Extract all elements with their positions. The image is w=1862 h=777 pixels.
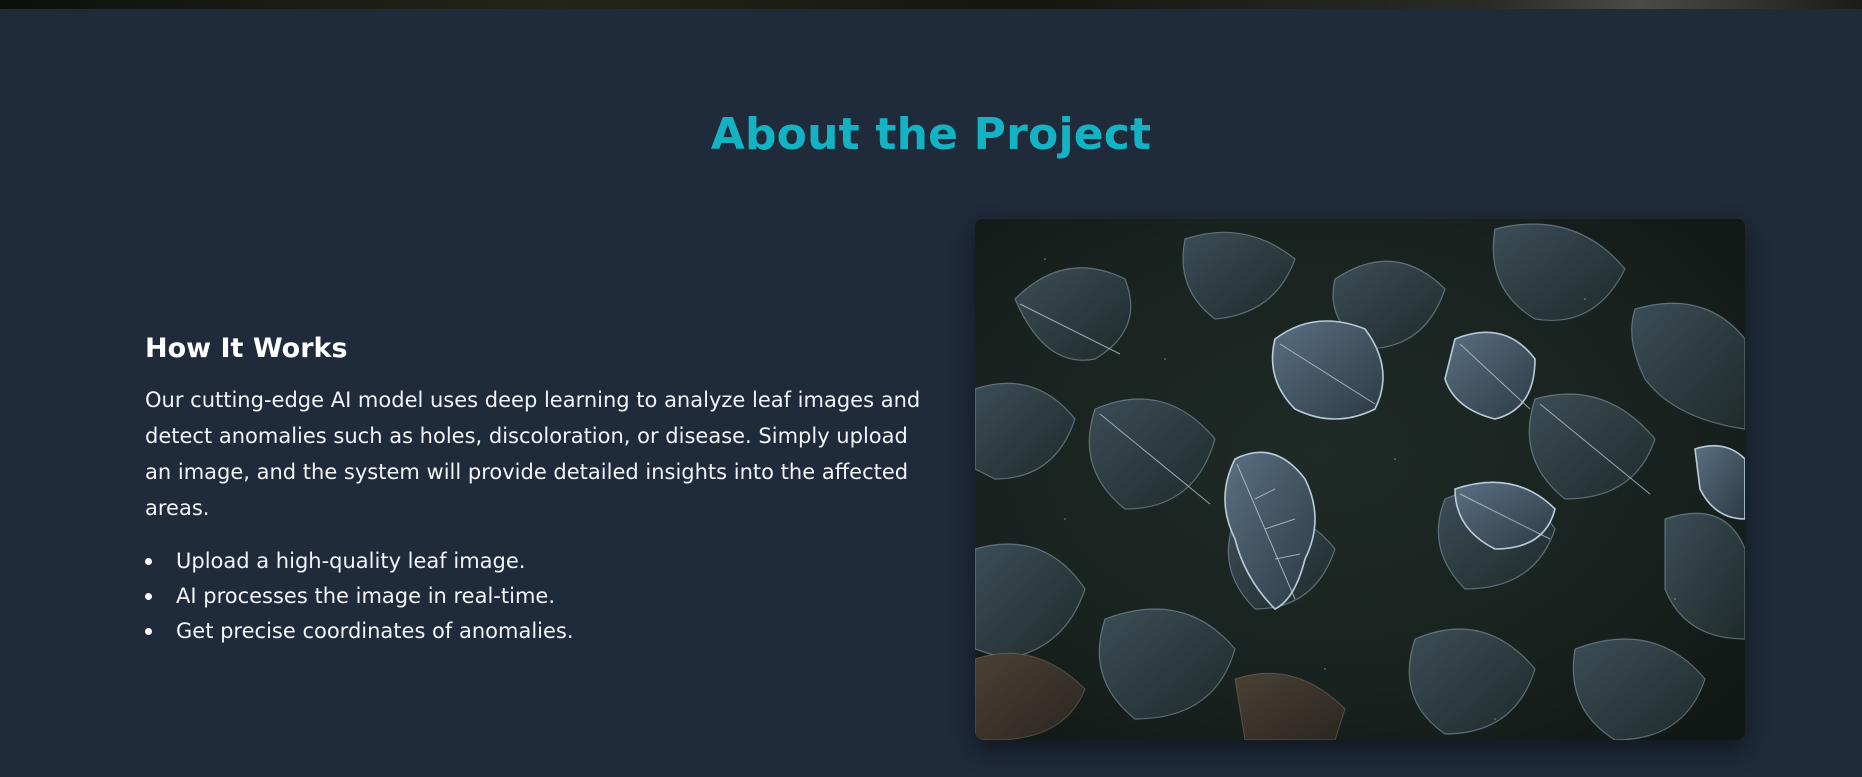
how-it-works-column: How It Works Our cutting-edge AI model u… (145, 331, 925, 649)
step-text: AI processes the image in real-time. (176, 584, 556, 609)
hero-image-bottom-edge (0, 0, 1862, 9)
bullet-icon (145, 628, 152, 636)
section-title: About the Project (710, 109, 1152, 160)
step-text: Get precise coordinates of anomalies. (176, 619, 574, 644)
list-item: Upload a high-quality leaf image. (145, 544, 925, 579)
frosted-leaves-illustration (975, 219, 1745, 740)
about-section: About the Project How It Works Our cutti… (0, 9, 1862, 777)
how-it-works-description: Our cutting-edge AI model uses deep lear… (145, 388, 921, 521)
list-item: Get precise coordinates of anomalies. (145, 614, 925, 649)
bullet-icon (145, 558, 152, 566)
how-it-works-heading: How It Works (145, 333, 348, 364)
steps-list: Upload a high-quality leaf image. AI pro… (145, 544, 925, 649)
bullet-icon (145, 593, 152, 601)
leaf-image (975, 219, 1745, 740)
list-item: AI processes the image in real-time. (145, 579, 925, 614)
step-text: Upload a high-quality leaf image. (176, 549, 526, 574)
